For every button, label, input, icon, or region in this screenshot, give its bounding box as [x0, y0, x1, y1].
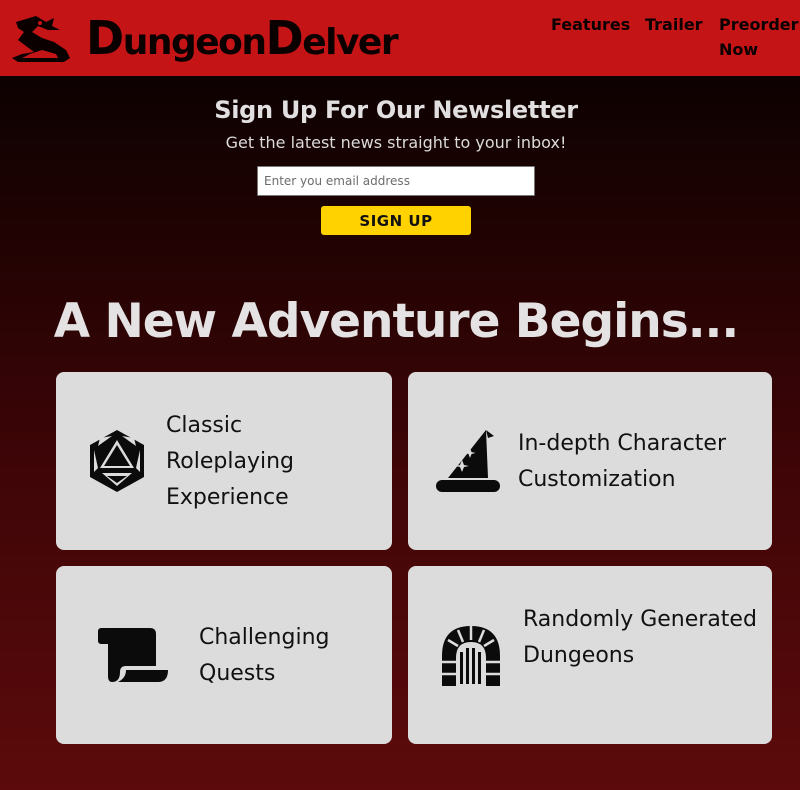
feature-card-roleplaying: Classic Roleplaying Experience	[56, 372, 392, 550]
newsletter-title: Sign Up For Our Newsletter	[214, 96, 578, 124]
scroll-icon	[98, 628, 168, 682]
feature-label: Challenging Quests	[199, 625, 330, 686]
wizard-hat-icon	[436, 430, 500, 492]
feature-label: In-depth Character Customization	[518, 431, 727, 492]
newsletter-subtitle: Get the latest news straight to your inb…	[225, 133, 567, 152]
feature-card-dungeons: Randomly Generated Dungeons	[408, 566, 772, 744]
feature-label: Randomly Generated Dungeons	[523, 607, 757, 668]
dungeon-gate-icon	[442, 626, 500, 686]
feature-card-quests: Challenging Quests	[56, 566, 392, 744]
dragon-icon[interactable]	[8, 12, 72, 64]
feature-label: Classic Roleplaying Experience	[166, 413, 295, 510]
hero-title: A New Adventure Begins...	[53, 294, 740, 349]
nav-link-features[interactable]: Features	[551, 12, 630, 37]
feature-card-customization: In-depth Character Customization	[408, 372, 772, 550]
nav-link-trailer[interactable]: Trailer	[645, 12, 703, 37]
site-header: DungeonDelver Features Trailer Preorder …	[0, 0, 800, 76]
nav-link-preorder[interactable]: Preorder Now	[719, 12, 799, 62]
d20-dice-icon	[90, 430, 144, 492]
signup-button[interactable]: SIGN UP	[321, 206, 471, 235]
brand-logo-text[interactable]: DungeonDelver	[86, 14, 399, 67]
email-input[interactable]	[257, 166, 535, 196]
